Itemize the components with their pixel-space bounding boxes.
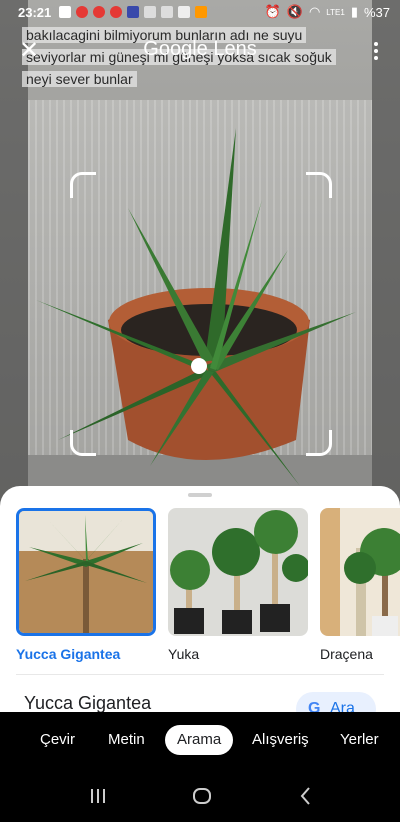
dracena-image <box>320 508 400 636</box>
google-g-icon: G <box>308 700 321 713</box>
app-icon <box>127 6 140 18</box>
vodafone-icon <box>110 6 123 18</box>
selection-corner-top-right[interactable] <box>306 172 332 198</box>
selection-box[interactable] <box>70 172 332 456</box>
lens-title: Google Lens <box>143 38 257 60</box>
result-thumbnail[interactable] <box>168 508 308 636</box>
recents-icon[interactable] <box>86 784 110 808</box>
home-icon[interactable] <box>190 784 214 808</box>
tab-translate[interactable]: Çevir <box>40 725 75 755</box>
signal-icon: ▮ <box>350 4 358 19</box>
box-icon <box>144 6 157 18</box>
notification-icons <box>59 6 208 18</box>
tab-search[interactable]: Arama <box>165 725 234 755</box>
detail-title: Yucca Gigantea <box>24 693 152 712</box>
more-vert-icon[interactable] <box>368 38 384 64</box>
system-nav-bar <box>0 768 400 822</box>
dim-right <box>372 0 400 560</box>
battery-label: %37 <box>363 4 390 20</box>
result-card-dracena[interactable]: Draçena <box>320 508 400 662</box>
box-icon <box>161 6 174 18</box>
ara-label[interactable]: Ara <box>330 700 355 712</box>
selection-corner-bottom-right[interactable] <box>306 430 332 456</box>
focus-dot[interactable] <box>191 358 207 374</box>
results-sheet[interactable]: Yucca Gigantea Yuka Draçena Yucca Gigant… <box>0 486 400 712</box>
result-card-yuka[interactable]: Yuka <box>168 508 308 662</box>
wifi-icon: ◠ <box>308 4 321 19</box>
lens-top-bar: ✕ Google Lens <box>0 34 400 68</box>
result-label[interactable]: Draçena <box>320 646 400 662</box>
sheet-handle[interactable] <box>188 493 212 497</box>
selection-corner-bottom-left[interactable] <box>70 430 96 456</box>
result-label[interactable]: Yucca Gigantea <box>16 646 156 662</box>
yuka-image <box>168 508 308 636</box>
tab-shopping[interactable]: Alışveriş <box>252 725 309 755</box>
yucca-image <box>19 511 153 633</box>
question-line-3: neyi sever bunlar <box>22 71 137 87</box>
sheet-divider <box>16 674 384 675</box>
network-label: LTE1 <box>326 7 345 17</box>
result-thumbnail[interactable] <box>320 508 400 636</box>
back-icon[interactable] <box>294 784 318 808</box>
vodafone-icon <box>93 6 106 18</box>
status-right: ⏰ 🔇 ◠ LTE1 ▮ %37 <box>265 4 390 20</box>
g-app-icon <box>178 6 191 18</box>
tab-text[interactable]: Metin <box>108 725 145 755</box>
shop-icon <box>195 6 208 18</box>
mute-icon: 🔇 <box>286 4 303 19</box>
status-bar: 23:21 ⏰ 🔇 ◠ LTE1 ▮ %37 <box>0 0 400 24</box>
search-ara-button[interactable]: G Ara <box>296 692 376 712</box>
tab-places[interactable]: Yerler <box>340 725 379 755</box>
result-card-yucca-gigantea[interactable]: Yucca Gigantea <box>16 508 156 662</box>
alarm-icon: ⏰ <box>264 4 281 19</box>
results-carousel[interactable]: Yucca Gigantea Yuka Draçena <box>16 508 400 662</box>
result-thumbnail[interactable] <box>16 508 156 636</box>
play-icon <box>59 6 72 18</box>
lens-mode-tabs: Çevir Metin Arama Alışveriş Yerler <box>0 712 400 768</box>
selection-corner-top-left[interactable] <box>70 172 96 198</box>
vodafone-icon <box>76 6 89 18</box>
status-time: 23:21 <box>18 4 52 20</box>
result-label[interactable]: Yuka <box>168 646 308 662</box>
